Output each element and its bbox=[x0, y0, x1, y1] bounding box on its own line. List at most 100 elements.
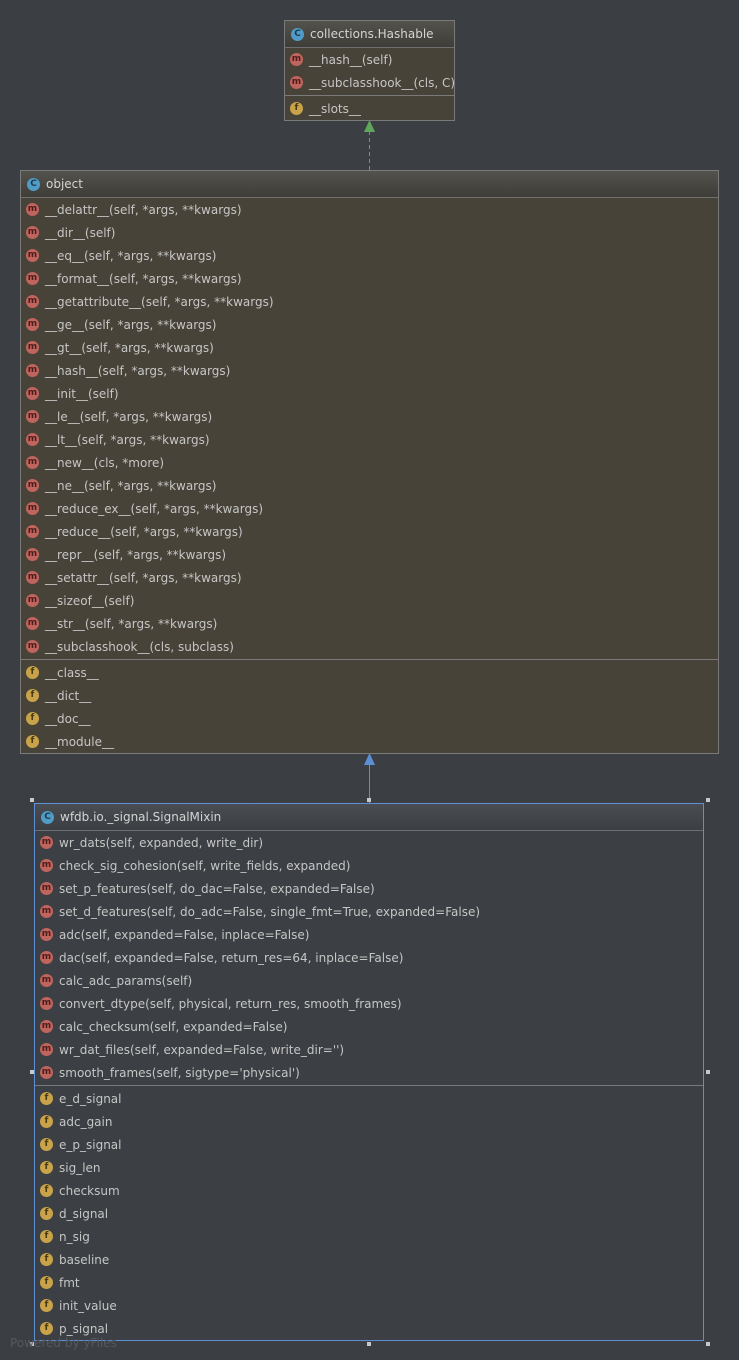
method-label: __reduce__(self, *args, **kwargs) bbox=[45, 524, 243, 539]
method-item[interactable]: m convert_dtype(self, physical, return_re… bbox=[35, 992, 703, 1015]
method-item[interactable]: m __lt__(self, *args, **kwargs) bbox=[21, 428, 718, 451]
field-icon: f bbox=[40, 1299, 53, 1312]
method-item[interactable]: m __ge__(self, *args, **kwargs) bbox=[21, 313, 718, 336]
method-item[interactable]: m __reduce_ex__(self, *args, **kwargs) bbox=[21, 497, 718, 520]
method-item[interactable]: m __str__(self, *args, **kwargs) bbox=[21, 612, 718, 635]
class-header[interactable]: C wfdb.io._signal.SignalMixin bbox=[35, 804, 703, 831]
method-item[interactable]: m wr_dats(self, expanded, write_dir) bbox=[35, 831, 703, 854]
field-item[interactable]: f d_signal bbox=[35, 1202, 703, 1225]
watermark: Powered by yFiles bbox=[10, 1336, 117, 1350]
field-item[interactable]: f __dict__ bbox=[21, 684, 718, 707]
method-label: __init__(self) bbox=[45, 386, 119, 401]
method-item[interactable]: m smooth_frames(self, sigtype='physical') bbox=[35, 1061, 703, 1084]
method-item[interactable]: m __sizeof__(self) bbox=[21, 589, 718, 612]
field-item[interactable]: f checksum bbox=[35, 1179, 703, 1202]
method-label: __hash__(self) bbox=[309, 52, 393, 67]
method-icon: m bbox=[40, 951, 53, 964]
method-item[interactable]: m calc_adc_params(self) bbox=[35, 969, 703, 992]
field-item[interactable]: f baseline bbox=[35, 1248, 703, 1271]
method-label: __setattr__(self, *args, **kwargs) bbox=[45, 570, 242, 585]
class-icon: C bbox=[27, 177, 40, 191]
method-label: set_p_features(self, do_dac=False, expan… bbox=[59, 881, 375, 896]
field-item[interactable]: f init_value bbox=[35, 1294, 703, 1317]
method-label: dac(self, expanded=False, return_res=64,… bbox=[59, 950, 404, 965]
method-label: __delattr__(self, *args, **kwargs) bbox=[45, 202, 242, 217]
method-item[interactable]: m __delattr__(self, *args, **kwargs) bbox=[21, 198, 718, 221]
method-item[interactable]: m __format__(self, *args, **kwargs) bbox=[21, 267, 718, 290]
field-item[interactable]: f __slots__ bbox=[285, 97, 454, 120]
resize-handle-bottom-right[interactable] bbox=[706, 1342, 710, 1346]
resize-handle-bottom-center[interactable] bbox=[367, 1342, 371, 1346]
class-node-object[interactable]: C object m __delattr__(self, *args, **kwa… bbox=[20, 170, 719, 754]
method-item[interactable]: m wr_dat_files(self, expanded=False, writ… bbox=[35, 1038, 703, 1061]
field-list: f e_d_signal f adc_gain f e_p_signal f sig_len f… bbox=[35, 1087, 703, 1340]
field-label: fmt bbox=[59, 1275, 80, 1290]
method-item[interactable]: m __repr__(self, *args, **kwargs) bbox=[21, 543, 718, 566]
method-item[interactable]: m calc_checksum(self, expanded=False) bbox=[35, 1015, 703, 1038]
method-icon: m bbox=[26, 456, 39, 469]
method-label: __ne__(self, *args, **kwargs) bbox=[45, 478, 217, 493]
class-node-hashable[interactable]: C collections.Hashable m __hash__(self) m _… bbox=[284, 20, 455, 121]
method-item[interactable]: m __setattr__(self, *args, **kwargs) bbox=[21, 566, 718, 589]
method-item[interactable]: m __dir__(self) bbox=[21, 221, 718, 244]
method-item[interactable]: m __hash__(self) bbox=[285, 48, 454, 71]
field-icon: f bbox=[40, 1184, 53, 1197]
method-label: wr_dat_files(self, expanded=False, write… bbox=[59, 1042, 345, 1057]
resize-handle-top-center[interactable] bbox=[367, 798, 371, 802]
method-label: __subclasshook__(cls, C) bbox=[309, 75, 456, 90]
method-icon: m bbox=[40, 1020, 53, 1033]
method-label: __str__(self, *args, **kwargs) bbox=[45, 616, 218, 631]
method-icon: m bbox=[26, 272, 39, 285]
field-item[interactable]: f e_p_signal bbox=[35, 1133, 703, 1156]
method-icon: m bbox=[26, 387, 39, 400]
inheritance-arrowhead bbox=[364, 753, 375, 765]
method-list: m __hash__(self) m __subclasshook__(cls, C) bbox=[285, 48, 456, 94]
method-icon: m bbox=[290, 76, 303, 89]
method-label: adc(self, expanded=False, inplace=False) bbox=[59, 927, 310, 942]
method-item[interactable]: m __subclasshook__(cls, C) bbox=[285, 71, 456, 94]
field-item[interactable]: f adc_gain bbox=[35, 1110, 703, 1133]
method-item[interactable]: m __gt__(self, *args, **kwargs) bbox=[21, 336, 718, 359]
field-item[interactable]: f fmt bbox=[35, 1271, 703, 1294]
resize-handle-top-right[interactable] bbox=[706, 798, 710, 802]
class-header[interactable]: C object bbox=[21, 171, 718, 198]
method-icon: m bbox=[26, 617, 39, 630]
field-icon: f bbox=[40, 1253, 53, 1266]
method-icon: m bbox=[40, 997, 53, 1010]
field-item[interactable]: f __doc__ bbox=[21, 707, 718, 730]
field-item[interactable]: f __module__ bbox=[21, 730, 718, 753]
field-icon: f bbox=[26, 689, 39, 702]
field-label: __slots__ bbox=[309, 101, 361, 116]
method-item[interactable]: m __eq__(self, *args, **kwargs) bbox=[21, 244, 718, 267]
class-icon: C bbox=[291, 27, 304, 41]
field-item[interactable]: f e_d_signal bbox=[35, 1087, 703, 1110]
field-item[interactable]: f __class__ bbox=[21, 661, 718, 684]
method-item[interactable]: m __ne__(self, *args, **kwargs) bbox=[21, 474, 718, 497]
field-icon: f bbox=[40, 1115, 53, 1128]
method-item[interactable]: m __new__(cls, *more) bbox=[21, 451, 718, 474]
method-label: __format__(self, *args, **kwargs) bbox=[45, 271, 242, 286]
class-name: object bbox=[46, 177, 83, 191]
method-item[interactable]: m __hash__(self, *args, **kwargs) bbox=[21, 359, 718, 382]
resize-handle-top-left[interactable] bbox=[30, 798, 34, 802]
method-item[interactable]: m __getattribute__(self, *args, **kwargs) bbox=[21, 290, 718, 313]
method-item[interactable]: m adc(self, expanded=False, inplace=False… bbox=[35, 923, 703, 946]
field-icon: f bbox=[26, 666, 39, 679]
field-item[interactable]: f sig_len bbox=[35, 1156, 703, 1179]
class-header[interactable]: C collections.Hashable bbox=[285, 21, 454, 48]
method-item[interactable]: m __le__(self, *args, **kwargs) bbox=[21, 405, 718, 428]
resize-handle-middle-right[interactable] bbox=[706, 1070, 710, 1074]
resize-handle-middle-left[interactable] bbox=[30, 1070, 34, 1074]
method-item[interactable]: m __subclasshook__(cls, subclass) bbox=[21, 635, 718, 658]
method-item[interactable]: m set_d_features(self, do_adc=False, sing… bbox=[35, 900, 703, 923]
method-item[interactable]: m __reduce__(self, *args, **kwargs) bbox=[21, 520, 718, 543]
field-item[interactable]: f n_sig bbox=[35, 1225, 703, 1248]
method-item[interactable]: m __init__(self) bbox=[21, 382, 718, 405]
method-item[interactable]: m dac(self, expanded=False, return_res=64… bbox=[35, 946, 703, 969]
method-item[interactable]: m set_p_features(self, do_dac=False, expa… bbox=[35, 877, 703, 900]
method-icon: m bbox=[26, 525, 39, 538]
field-item[interactable]: f p_signal bbox=[35, 1317, 703, 1340]
method-item[interactable]: m check_sig_cohesion(self, write_fields, … bbox=[35, 854, 703, 877]
method-label: __subclasshook__(cls, subclass) bbox=[45, 639, 234, 654]
class-node-signalmixin[interactable]: C wfdb.io._signal.SignalMixin m wr_dats(s… bbox=[34, 803, 704, 1341]
